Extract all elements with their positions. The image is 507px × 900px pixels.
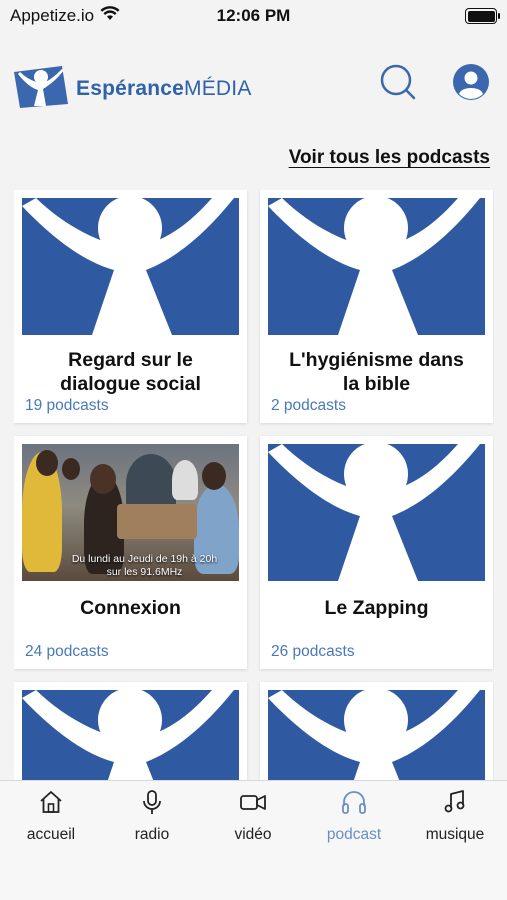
podcast-title-line1: L'hygiénisme dans (289, 349, 464, 371)
podcast-cover-image (268, 690, 485, 780)
podcast-title: L'hygiénisme dans la bible (266, 348, 487, 396)
podcast-card[interactable] (14, 682, 247, 780)
podcast-title-line1: Regard sur le (68, 349, 193, 371)
logo-icon (12, 64, 70, 113)
podcast-card[interactable]: Du lundi au Jeudi de 19h à 20h sur les 9… (14, 436, 247, 669)
podcast-count: 24 podcasts (25, 643, 109, 660)
podcast-title-line2: dialogue social (60, 373, 201, 395)
podcast-cover-image (22, 690, 239, 780)
video-camera-icon (239, 789, 267, 820)
photo-caption-line2: sur les 91.6MHz (106, 566, 183, 578)
podcast-title-line2: la bible (342, 373, 411, 395)
podcast-card[interactable]: Le Zapping 26 podcasts (260, 436, 493, 669)
app-header: EspéranceMÉDIA (0, 56, 507, 116)
podcast-title: Regard sur le dialogue social (20, 348, 241, 396)
podcast-cover-image (22, 198, 239, 335)
headphones-icon (340, 789, 368, 820)
music-note-icon (442, 789, 468, 820)
wifi-icon (100, 6, 120, 26)
home-icon (38, 789, 64, 820)
bottom-tab-bar: accueil radio vidéo podcast musique (0, 780, 507, 900)
podcast-count: 19 podcasts (25, 397, 109, 414)
microphone-icon (139, 789, 165, 820)
tab-label: musique (425, 826, 485, 843)
podcast-title: Le Zapping (266, 596, 487, 620)
brand-name-bold: MÉDIA (184, 76, 252, 100)
see-all-podcasts-link[interactable]: Voir tous les podcasts (289, 147, 490, 169)
podcast-card[interactable]: L'hygiénisme dans la bible 2 podcasts (260, 190, 493, 423)
search-icon (379, 63, 417, 106)
podcast-card[interactable]: Regard sur le dialogue social 19 podcast… (14, 190, 247, 423)
podcast-card[interactable] (260, 682, 493, 780)
brand-name: EspéranceMÉDIA (76, 77, 252, 101)
carrier-label: Appetize.io (10, 6, 95, 25)
podcast-cover-image (268, 444, 485, 581)
photo-caption: Du lundi au Jeudi de 19h à 20h sur les 9… (52, 553, 237, 579)
brand-logo[interactable]: EspéranceMÉDIA (12, 64, 252, 113)
tab-label: radio (134, 826, 170, 843)
search-button[interactable] (378, 64, 418, 104)
podcast-title-line1: Connexion (80, 597, 181, 619)
tab-accueil[interactable]: accueil (1, 789, 101, 844)
tab-label: podcast (326, 826, 382, 843)
podcast-cover-image (268, 198, 485, 335)
user-avatar-icon (452, 63, 490, 106)
brand-name-regular: Espérance (76, 76, 185, 100)
podcast-count: 26 podcasts (271, 643, 355, 660)
status-left: Appetize.io (10, 6, 120, 26)
profile-button[interactable] (451, 63, 491, 106)
battery-icon (465, 8, 500, 24)
podcast-cover-photo: Du lundi au Jeudi de 19h à 20h sur les 9… (22, 444, 239, 581)
photo-caption-line1: Du lundi au Jeudi de 19h à 20h (71, 553, 218, 565)
podcast-title: Connexion (20, 596, 241, 620)
tab-musique[interactable]: musique (405, 789, 505, 844)
podcast-count: 2 podcasts (271, 397, 346, 414)
podcast-title-line1: Le Zapping (324, 597, 429, 619)
tab-radio[interactable]: radio (102, 789, 202, 844)
status-bar: Appetize.io 12:06 PM (0, 0, 507, 32)
tab-label: vidéo (234, 826, 272, 843)
podcast-grid: Regard sur le dialogue social 19 podcast… (14, 190, 494, 780)
tab-video[interactable]: vidéo (203, 789, 303, 844)
tab-label: accueil (26, 826, 76, 843)
tab-podcast[interactable]: podcast (304, 789, 404, 844)
